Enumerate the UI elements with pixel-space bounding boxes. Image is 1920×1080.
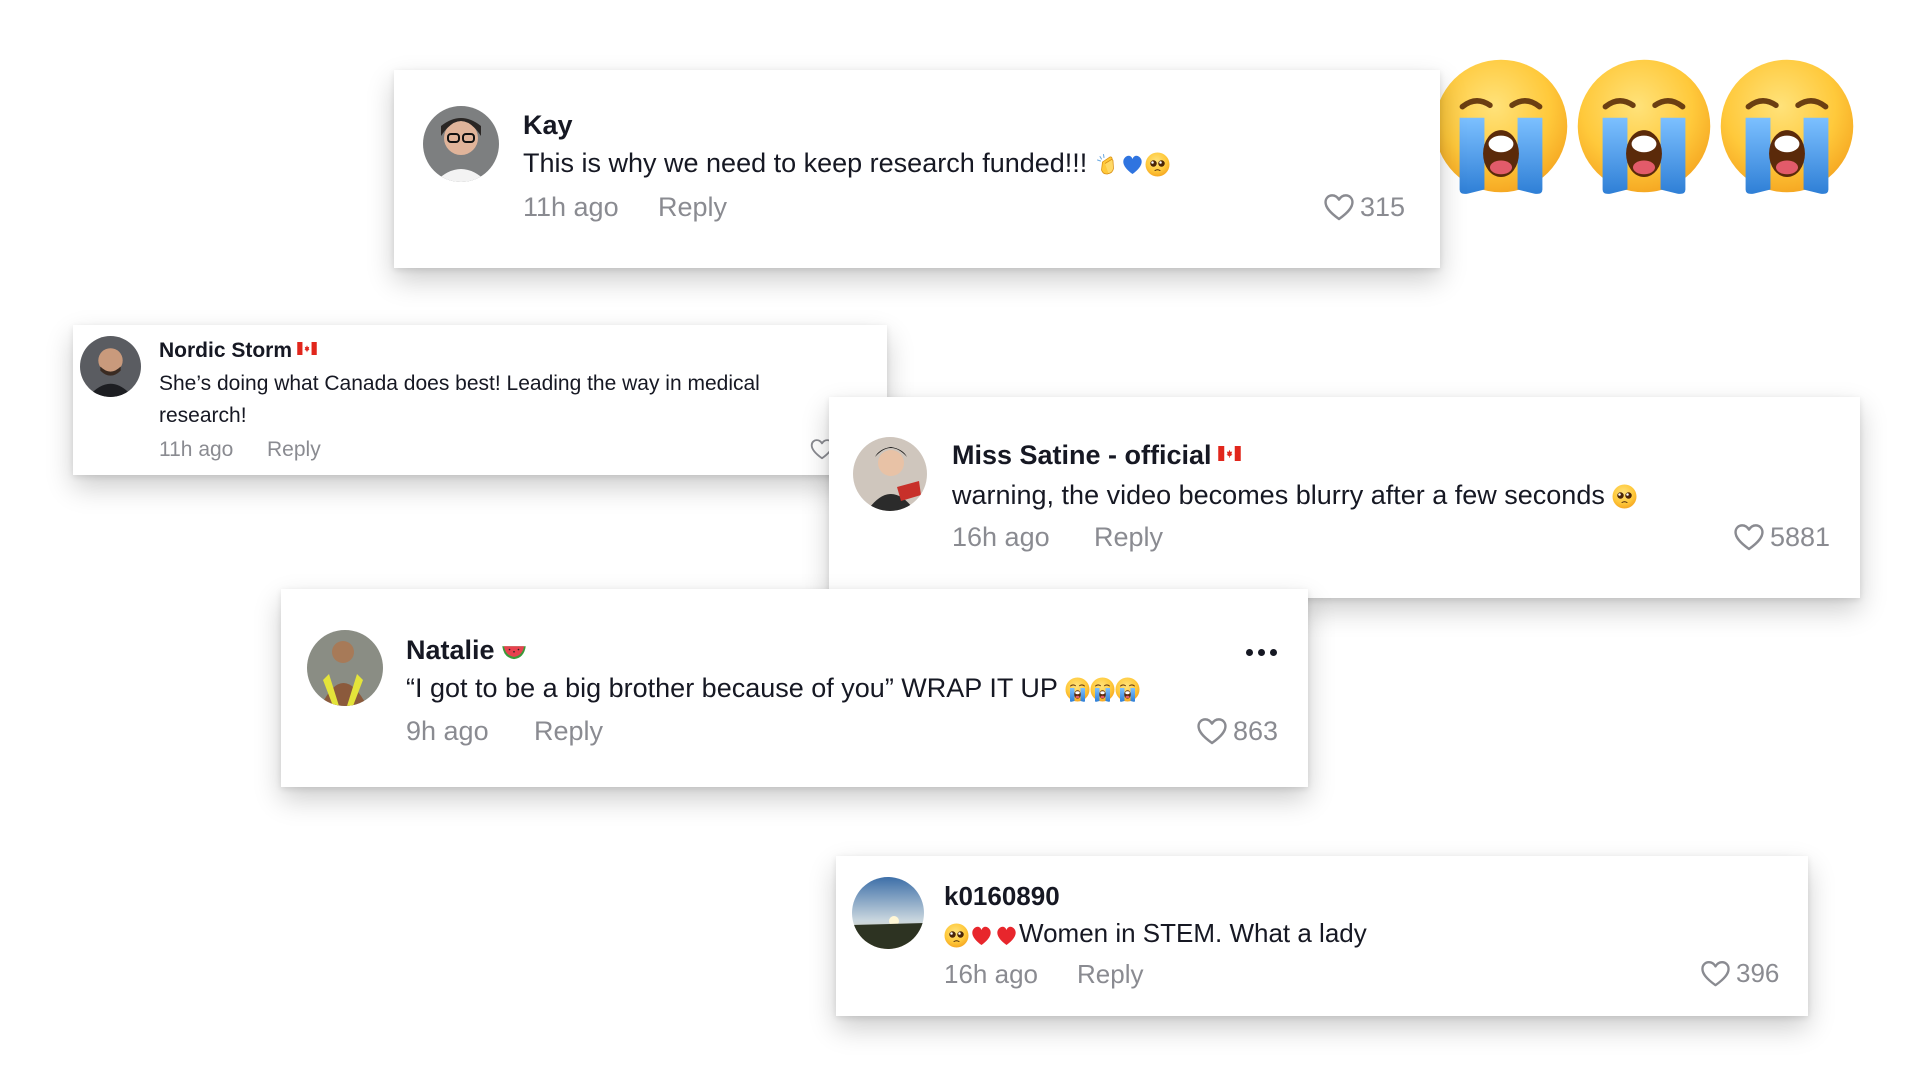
comment-text-line2: research!: [159, 404, 247, 427]
reply-button[interactable]: Reply: [658, 192, 727, 223]
like-button[interactable]: 396: [1699, 957, 1779, 990]
comment-text-body: This is why we need to keep research fun…: [523, 148, 1088, 178]
comment-card-kay: Kay This is why we need to keep research…: [394, 70, 1440, 268]
username[interactable]: Natalie: [406, 635, 495, 666]
username[interactable]: Kay: [523, 110, 573, 141]
reply-button[interactable]: Reply: [1077, 959, 1143, 990]
loudly-crying-face-icon: [1065, 677, 1090, 702]
comment-text-body: “I got to be a big brother because of yo…: [406, 673, 1058, 703]
more-options-button[interactable]: [1246, 649, 1277, 656]
more-dot: [1246, 649, 1253, 656]
avatar[interactable]: [307, 630, 383, 706]
avatar[interactable]: [423, 106, 499, 182]
pleading-face-icon: [1612, 484, 1637, 509]
loudly-crying-face-icon: [1575, 57, 1713, 195]
pleading-face-icon: [1145, 152, 1170, 177]
comment-card-k0160890: k0160890 Women in STEM. What a lady 16h …: [836, 856, 1808, 1016]
loudly-crying-face-icon: [1432, 57, 1570, 195]
reply-button[interactable]: Reply: [1094, 522, 1163, 553]
red-heart-icon: [969, 923, 994, 948]
reply-button[interactable]: Reply: [534, 716, 603, 747]
avatar[interactable]: [852, 877, 924, 949]
like-count: 315: [1360, 191, 1406, 222]
avatar[interactable]: [853, 437, 927, 511]
comment-time: 9h ago: [406, 716, 489, 746]
blue-heart-icon: [1120, 152, 1145, 177]
like-count: 5881: [1770, 521, 1831, 552]
like-button[interactable]: 315: [1322, 190, 1405, 224]
large-crying-emoji-3: [1718, 57, 1856, 195]
like-button[interactable]: 5881: [1732, 520, 1830, 554]
more-dot: [1270, 649, 1277, 656]
heart-icon: [1322, 190, 1356, 224]
comment-card-natalie: Natalie “I got to be a big brother becau…: [281, 589, 1308, 787]
username[interactable]: k0160890: [944, 881, 1060, 912]
heart-icon: [1732, 520, 1766, 554]
large-crying-emoji-2: [1575, 57, 1713, 195]
pleading-face-icon: [944, 923, 969, 948]
like-count: 396: [1736, 958, 1780, 988]
comment-text-line1: She’s doing what Canada does best! Leadi…: [159, 372, 760, 395]
username[interactable]: Nordic Storm: [159, 339, 292, 363]
loudly-crying-face-icon: [1090, 677, 1115, 702]
comment-time: 16h ago: [944, 959, 1038, 989]
more-dot: [1258, 649, 1265, 656]
comment-time: 11h ago: [159, 438, 234, 461]
avatar[interactable]: [80, 336, 141, 397]
loudly-crying-face-icon: [1115, 677, 1140, 702]
comment-text: This is why we need to keep research fun…: [523, 148, 1170, 179]
canada-flag-icon: [1218, 446, 1241, 466]
username[interactable]: Miss Satine - official: [952, 440, 1212, 471]
like-count: 863: [1233, 715, 1279, 746]
comment-text-body: Women in STEM. What a lady: [1019, 918, 1367, 948]
canada-flag-icon: [297, 342, 317, 360]
reply-button[interactable]: Reply: [267, 438, 321, 462]
comment-card-miss-satine: Miss Satine - official warning, the vide…: [829, 397, 1860, 598]
comment-text: “I got to be a big brother because of yo…: [406, 673, 1140, 704]
heart-icon: [1699, 957, 1732, 990]
red-heart-icon: [994, 923, 1019, 948]
comment-text: Women in STEM. What a lady: [944, 918, 1367, 949]
comment-card-nordic-storm: Nordic Storm She’s doing what Canada doe…: [73, 325, 887, 475]
clapping-hands-icon: [1095, 152, 1120, 177]
like-button[interactable]: 863: [1195, 714, 1278, 748]
loudly-crying-face-icon: [1718, 57, 1856, 195]
large-crying-emoji-1: [1432, 57, 1570, 195]
comment-time: 16h ago: [952, 522, 1050, 552]
comment-text: warning, the video becomes blurry after …: [952, 480, 1637, 511]
comment-text-body: warning, the video becomes blurry after …: [952, 480, 1605, 510]
comment-time: 11h ago: [523, 192, 619, 222]
watermelon-icon: [500, 635, 528, 663]
heart-icon: [1195, 714, 1229, 748]
